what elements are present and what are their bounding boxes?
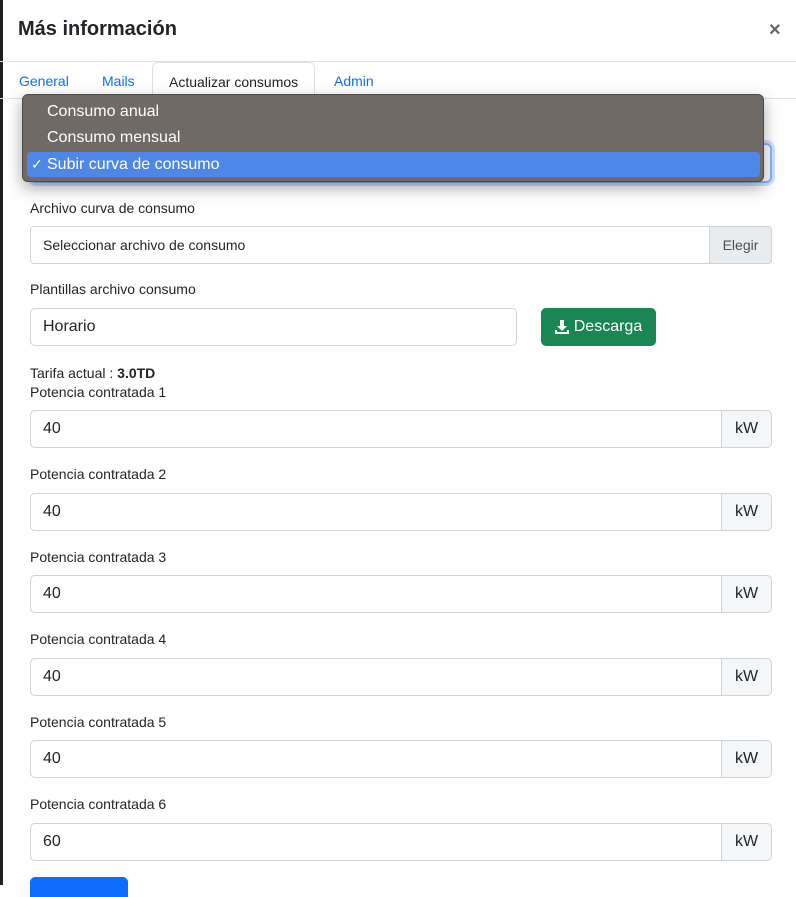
tab-mails[interactable]: Mails (102, 73, 135, 89)
power-3-group: 40 kW (30, 575, 772, 613)
power-6-group: 60 kW (30, 823, 772, 861)
tab-admin[interactable]: Admin (334, 73, 374, 89)
option-consumo-mensual[interactable]: Consumo mensual (27, 125, 760, 150)
tab-general[interactable]: General (19, 73, 69, 89)
file-input[interactable]: Seleccionar archivo de consumo (30, 226, 710, 264)
checkmark-icon: ✓ (31, 156, 43, 172)
tab-actualizar-consumos[interactable]: Actualizar consumos (152, 62, 316, 98)
power-1-input[interactable]: 40 (30, 410, 722, 448)
backdrop-edge (0, 0, 3, 885)
power-1-label: Potencia contratada 1 (30, 384, 167, 400)
file-label: Archivo curva de consumo (30, 200, 195, 216)
choose-file-button[interactable]: Elegir (710, 226, 772, 264)
download-label: Descarga (573, 318, 643, 335)
power-6-label: Potencia contratada 6 (30, 796, 167, 812)
power-4-group: 40 kW (30, 658, 772, 696)
power-5-unit: kW (722, 740, 772, 778)
power-2-group: 40 kW (30, 493, 772, 531)
close-icon[interactable]: × (769, 19, 781, 42)
submit-button[interactable] (30, 877, 128, 897)
power-4-label: Potencia contratada 4 (30, 631, 167, 647)
download-icon (554, 320, 569, 334)
power-3-label: Potencia contratada 3 (30, 549, 167, 565)
power-2-unit: kW (722, 493, 772, 531)
file-input-group: Seleccionar archivo de consumo Elegir (30, 226, 772, 264)
tariff-line: Tarifa actual : 3.0TD (30, 365, 155, 381)
power-5-input[interactable]: 40 (30, 740, 722, 778)
tariff-value: 3.0TD (117, 365, 156, 381)
option-subir-curva[interactable]: ✓ Subir curva de consumo (27, 152, 760, 177)
download-button[interactable]: Descarga (541, 308, 656, 346)
power-6-input[interactable]: 60 (30, 823, 722, 861)
power-1-unit: kW (722, 410, 772, 448)
power-2-label: Potencia contratada 2 (30, 466, 167, 482)
power-5-label: Potencia contratada 5 (30, 714, 167, 730)
power-5-group: 40 kW (30, 740, 772, 778)
power-1-group: 40 kW (30, 410, 772, 448)
power-2-input[interactable]: 40 (30, 493, 722, 531)
template-select[interactable]: Horario (30, 308, 517, 346)
consumption-type-dropdown: Consumo anual Consumo mensual ✓ Subir cu… (22, 94, 764, 182)
power-6-unit: kW (722, 823, 772, 861)
option-label: Subir curva de consumo (47, 156, 220, 173)
templates-label: Plantillas archivo consumo (30, 281, 196, 297)
tariff-label: Tarifa actual : (30, 365, 114, 381)
option-consumo-anual[interactable]: Consumo anual (27, 99, 760, 124)
modal-header: Más información × (0, 0, 796, 62)
power-3-input[interactable]: 40 (30, 575, 722, 613)
power-4-unit: kW (722, 658, 772, 696)
modal-title: Más información (18, 18, 177, 40)
power-3-unit: kW (722, 575, 772, 613)
power-4-input[interactable]: 40 (30, 658, 722, 696)
